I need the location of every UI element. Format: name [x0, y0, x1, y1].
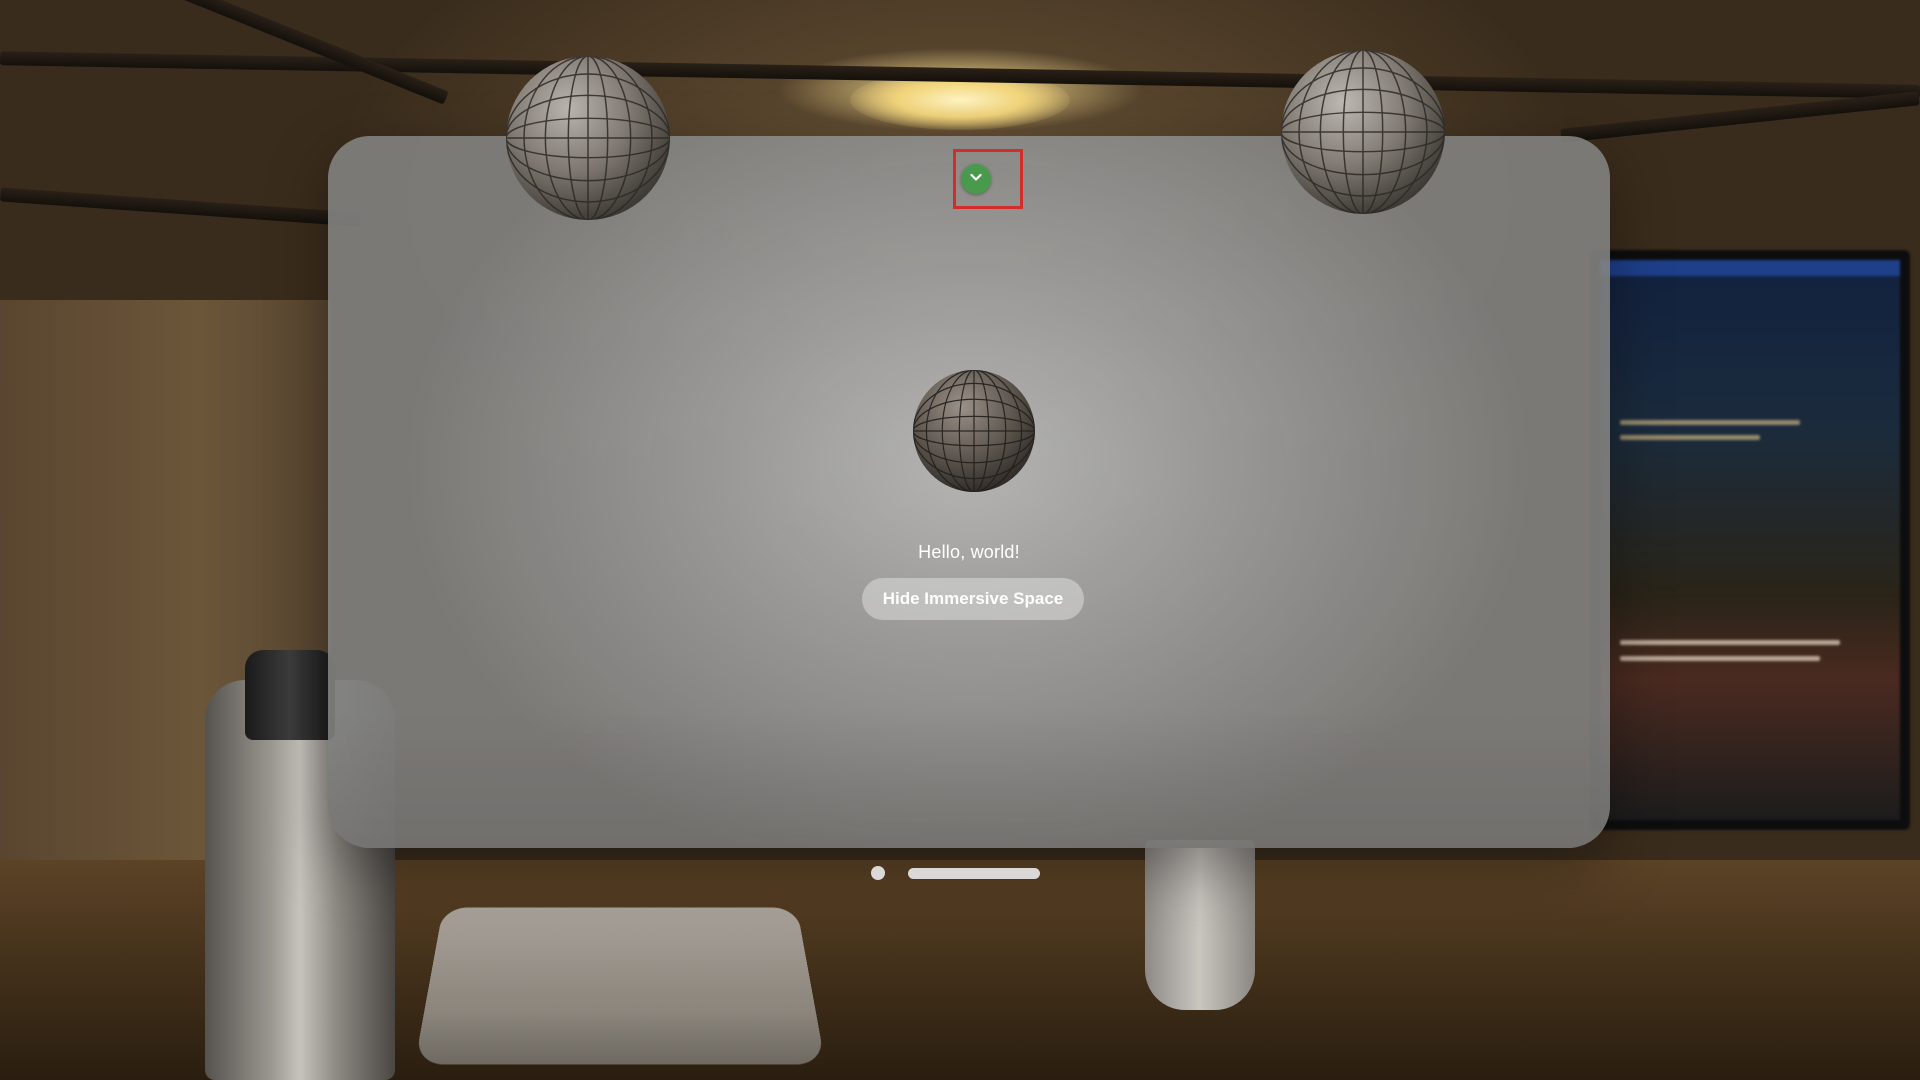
grid-sphere-center: [913, 370, 1035, 492]
desktop-monitor: [1590, 250, 1910, 830]
collapse-button[interactable]: [961, 164, 991, 194]
grid-sphere-right: [1281, 50, 1445, 214]
window-close-dot[interactable]: [871, 866, 885, 880]
hide-immersive-space-button[interactable]: Hide Immersive Space: [862, 578, 1084, 620]
ceiling-rail: [1560, 91, 1919, 143]
ceiling-rail: [91, 0, 449, 105]
water-bottle-cap: [245, 650, 335, 740]
app-window: [328, 136, 1610, 848]
ceiling-rail: [0, 187, 360, 226]
window-grab-bar[interactable]: [908, 868, 1040, 879]
greeting-text: Hello, world!: [328, 542, 1610, 563]
monitor-stand: [1145, 840, 1255, 1010]
mac-mini: [415, 907, 826, 1064]
grid-sphere-left: [506, 56, 670, 220]
chevron-down-icon: [968, 169, 984, 190]
